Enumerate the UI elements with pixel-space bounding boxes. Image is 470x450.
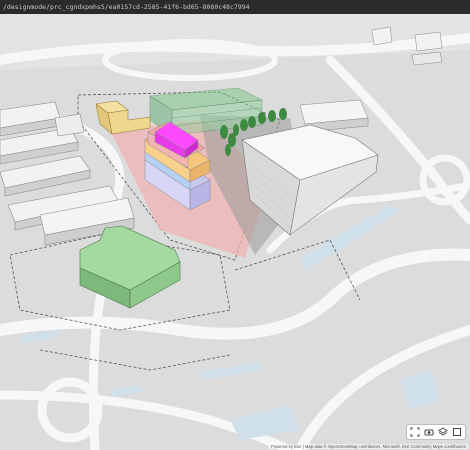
map-attribution: Powered by Esri | Map data © OpenStreetM…	[268, 444, 468, 449]
viewport-toolbar	[406, 424, 466, 440]
3d-map-viewport[interactable]: Powered by Esri | Map data © OpenStreetM…	[0, 14, 470, 450]
app-window: /designmode/prc_cgndxpmhs5/ea0157cd-2585…	[0, 0, 470, 450]
camera-icon[interactable]	[423, 426, 435, 438]
layers-icon[interactable]	[437, 426, 449, 438]
fullscreen-icon[interactable]	[451, 426, 463, 438]
map-scene[interactable]	[0, 14, 470, 450]
address-bar[interactable]: /designmode/prc_cgndxpmhs5/ea0157cd-2585…	[0, 0, 470, 14]
fit-view-icon[interactable]	[409, 426, 421, 438]
